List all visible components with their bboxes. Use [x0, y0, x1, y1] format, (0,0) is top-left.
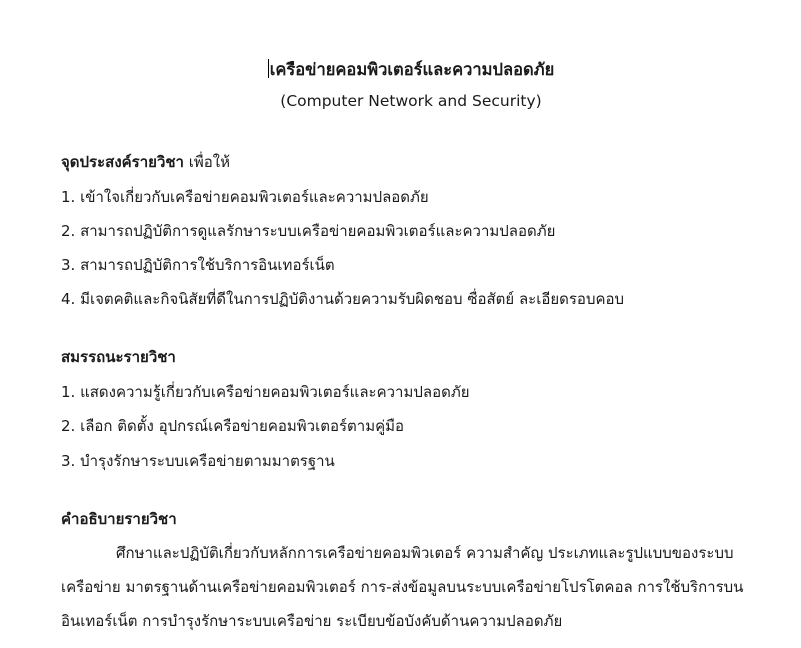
document-page: เครือข่ายคอมพิวเตอร์และความปลอดภัย (Comp… [0, 0, 801, 648]
objective-item: 3. สามารถปฏิบัติการใช้บริการอินเทอร์เน็ต [61, 256, 335, 274]
objective-item: 1. เข้าใจเกี่ยวกับเครือข่ายคอมพิวเตอร์แล… [61, 188, 429, 206]
objectives-heading-row: จุดประสงค์รายวิชา เพื่อให้ [61, 150, 230, 174]
objective-item: 2. สามารถปฏิบัติการดูแลรักษาระบบเครือข่า… [61, 222, 556, 240]
document-title-row[interactable]: เครือข่ายคอมพิวเตอร์และความปลอดภัย [0, 57, 801, 83]
competencies-heading: สมรรถนะรายวิชา [61, 348, 176, 366]
description-line: ศึกษาและปฏิบัติเกี่ยวกับหลักการเครือข่าย… [116, 544, 734, 562]
description-line: อินเทอร์เน็ต การบำรุงรักษาระบบเครือข่าย … [61, 612, 563, 630]
competency-item: 1. แสดงความรู้เกี่ยวกับเครือข่ายคอมพิวเต… [61, 383, 470, 401]
text-cursor [267, 59, 269, 78]
document-title: เครือข่ายคอมพิวเตอร์และความปลอดภัย [269, 60, 555, 79]
competency-item: 2. เลือก ติดตั้ง อุปกรณ์เครือข่ายคอมพิวเ… [61, 417, 405, 435]
competency-item: 3. บำรุงรักษาระบบเครือข่ายตามมาตรฐาน [61, 452, 335, 470]
objectives-heading: จุดประสงค์รายวิชา [61, 153, 184, 171]
description-line: เครือข่าย มาตรฐานด้านเครือข่ายคอมพิวเตอร… [61, 578, 744, 596]
objective-item: 4. มีเจตคติและกิจนิสัยที่ดีในการปฏิบัติง… [61, 290, 625, 308]
objectives-heading-suffix: เพื่อให้ [183, 153, 230, 171]
description-heading: คำอธิบายรายวิชา [61, 510, 177, 528]
document-subtitle: (Computer Network and Security) [280, 92, 542, 110]
